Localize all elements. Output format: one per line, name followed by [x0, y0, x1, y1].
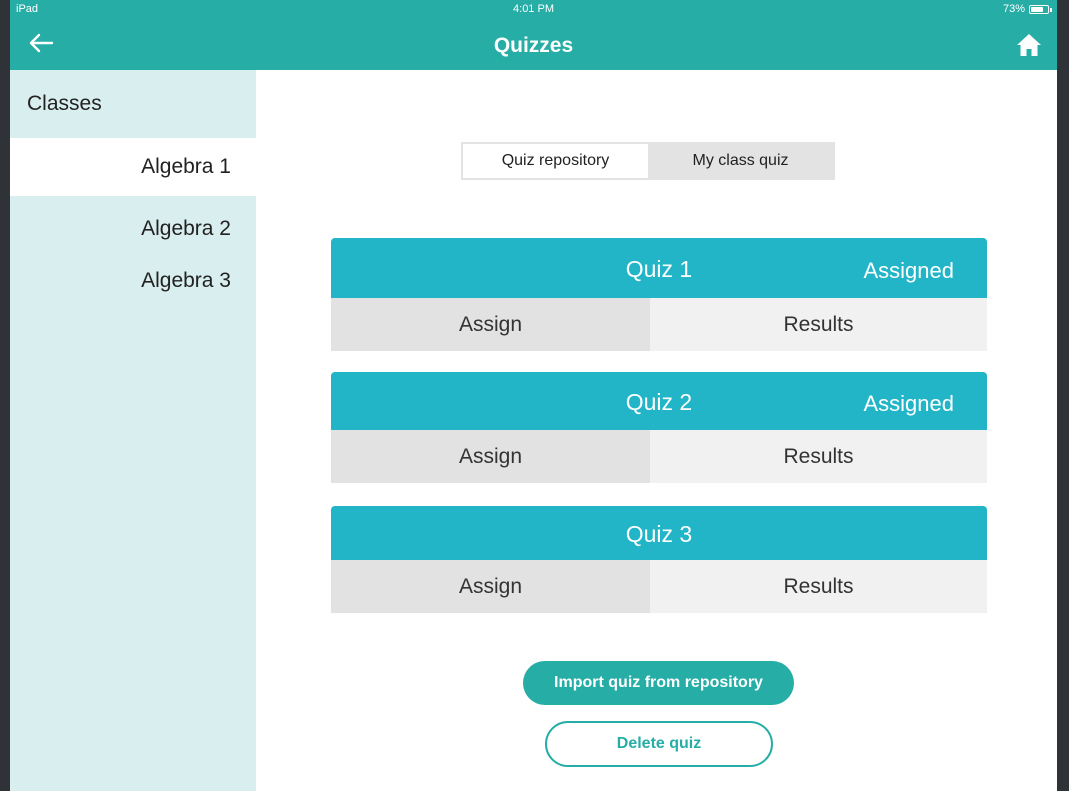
tab-quiz-repository[interactable]: Quiz repository — [463, 144, 648, 178]
quiz-actions: Assign Results — [331, 298, 987, 351]
results-button[interactable]: Results — [650, 298, 987, 351]
import-quiz-button[interactable]: Import quiz from repository — [523, 661, 794, 705]
results-button[interactable]: Results — [650, 560, 987, 613]
quiz-name: Quiz 3 — [625, 521, 693, 547]
assign-button[interactable]: Assign — [331, 560, 650, 613]
battery-icon — [1029, 5, 1049, 14]
quiz-actions: Assign Results — [331, 560, 987, 613]
class-sidebar: Classes Algebra 1 Algebra 2 Algebra 3 — [10, 70, 256, 791]
quiz-header[interactable]: Quiz 3 — [331, 506, 987, 560]
home-icon — [1017, 34, 1041, 56]
assign-button[interactable]: Assign — [331, 298, 650, 351]
quiz-status-badge: Assigned — [863, 258, 954, 283]
quiz-header[interactable]: Quiz 2 Assigned — [331, 372, 987, 430]
assign-button[interactable]: Assign — [331, 430, 650, 483]
home-button[interactable] — [1015, 32, 1043, 58]
quiz-status-badge: Assigned — [863, 391, 954, 416]
quiz-source-segmented-control: Quiz repository My class quiz — [461, 142, 835, 180]
sidebar-item-algebra-1[interactable]: Algebra 1 — [10, 138, 256, 196]
battery-level — [1031, 7, 1043, 12]
results-button[interactable]: Results — [650, 430, 987, 483]
quiz-card: Quiz 2 Assigned Assign Results — [331, 372, 987, 483]
page-title: Quizzes — [493, 34, 574, 57]
status-battery-percent: 73% — [1002, 3, 1025, 15]
tab-my-class-quiz[interactable]: My class quiz — [648, 144, 833, 178]
quiz-card: Quiz 3 Assign Results — [331, 506, 987, 613]
battery-nub — [1050, 8, 1052, 12]
ipad-screen: iPad 4:01 PM 73% Quizzes Classes Algebra… — [10, 0, 1057, 791]
sidebar-header: Classes — [27, 92, 102, 115]
quiz-header[interactable]: Quiz 1 Assigned — [331, 238, 987, 298]
sidebar-item-algebra-3[interactable]: Algebra 3 — [10, 252, 256, 310]
quiz-actions: Assign Results — [331, 430, 987, 483]
sidebar-item-algebra-2[interactable]: Algebra 2 — [10, 200, 256, 258]
delete-quiz-button[interactable]: Delete quiz — [545, 721, 773, 767]
top-navigation-bar: iPad 4:01 PM 73% Quizzes — [10, 0, 1057, 70]
quiz-card: Quiz 1 Assigned Assign Results — [331, 238, 987, 351]
status-time: 4:01 PM — [513, 3, 554, 15]
